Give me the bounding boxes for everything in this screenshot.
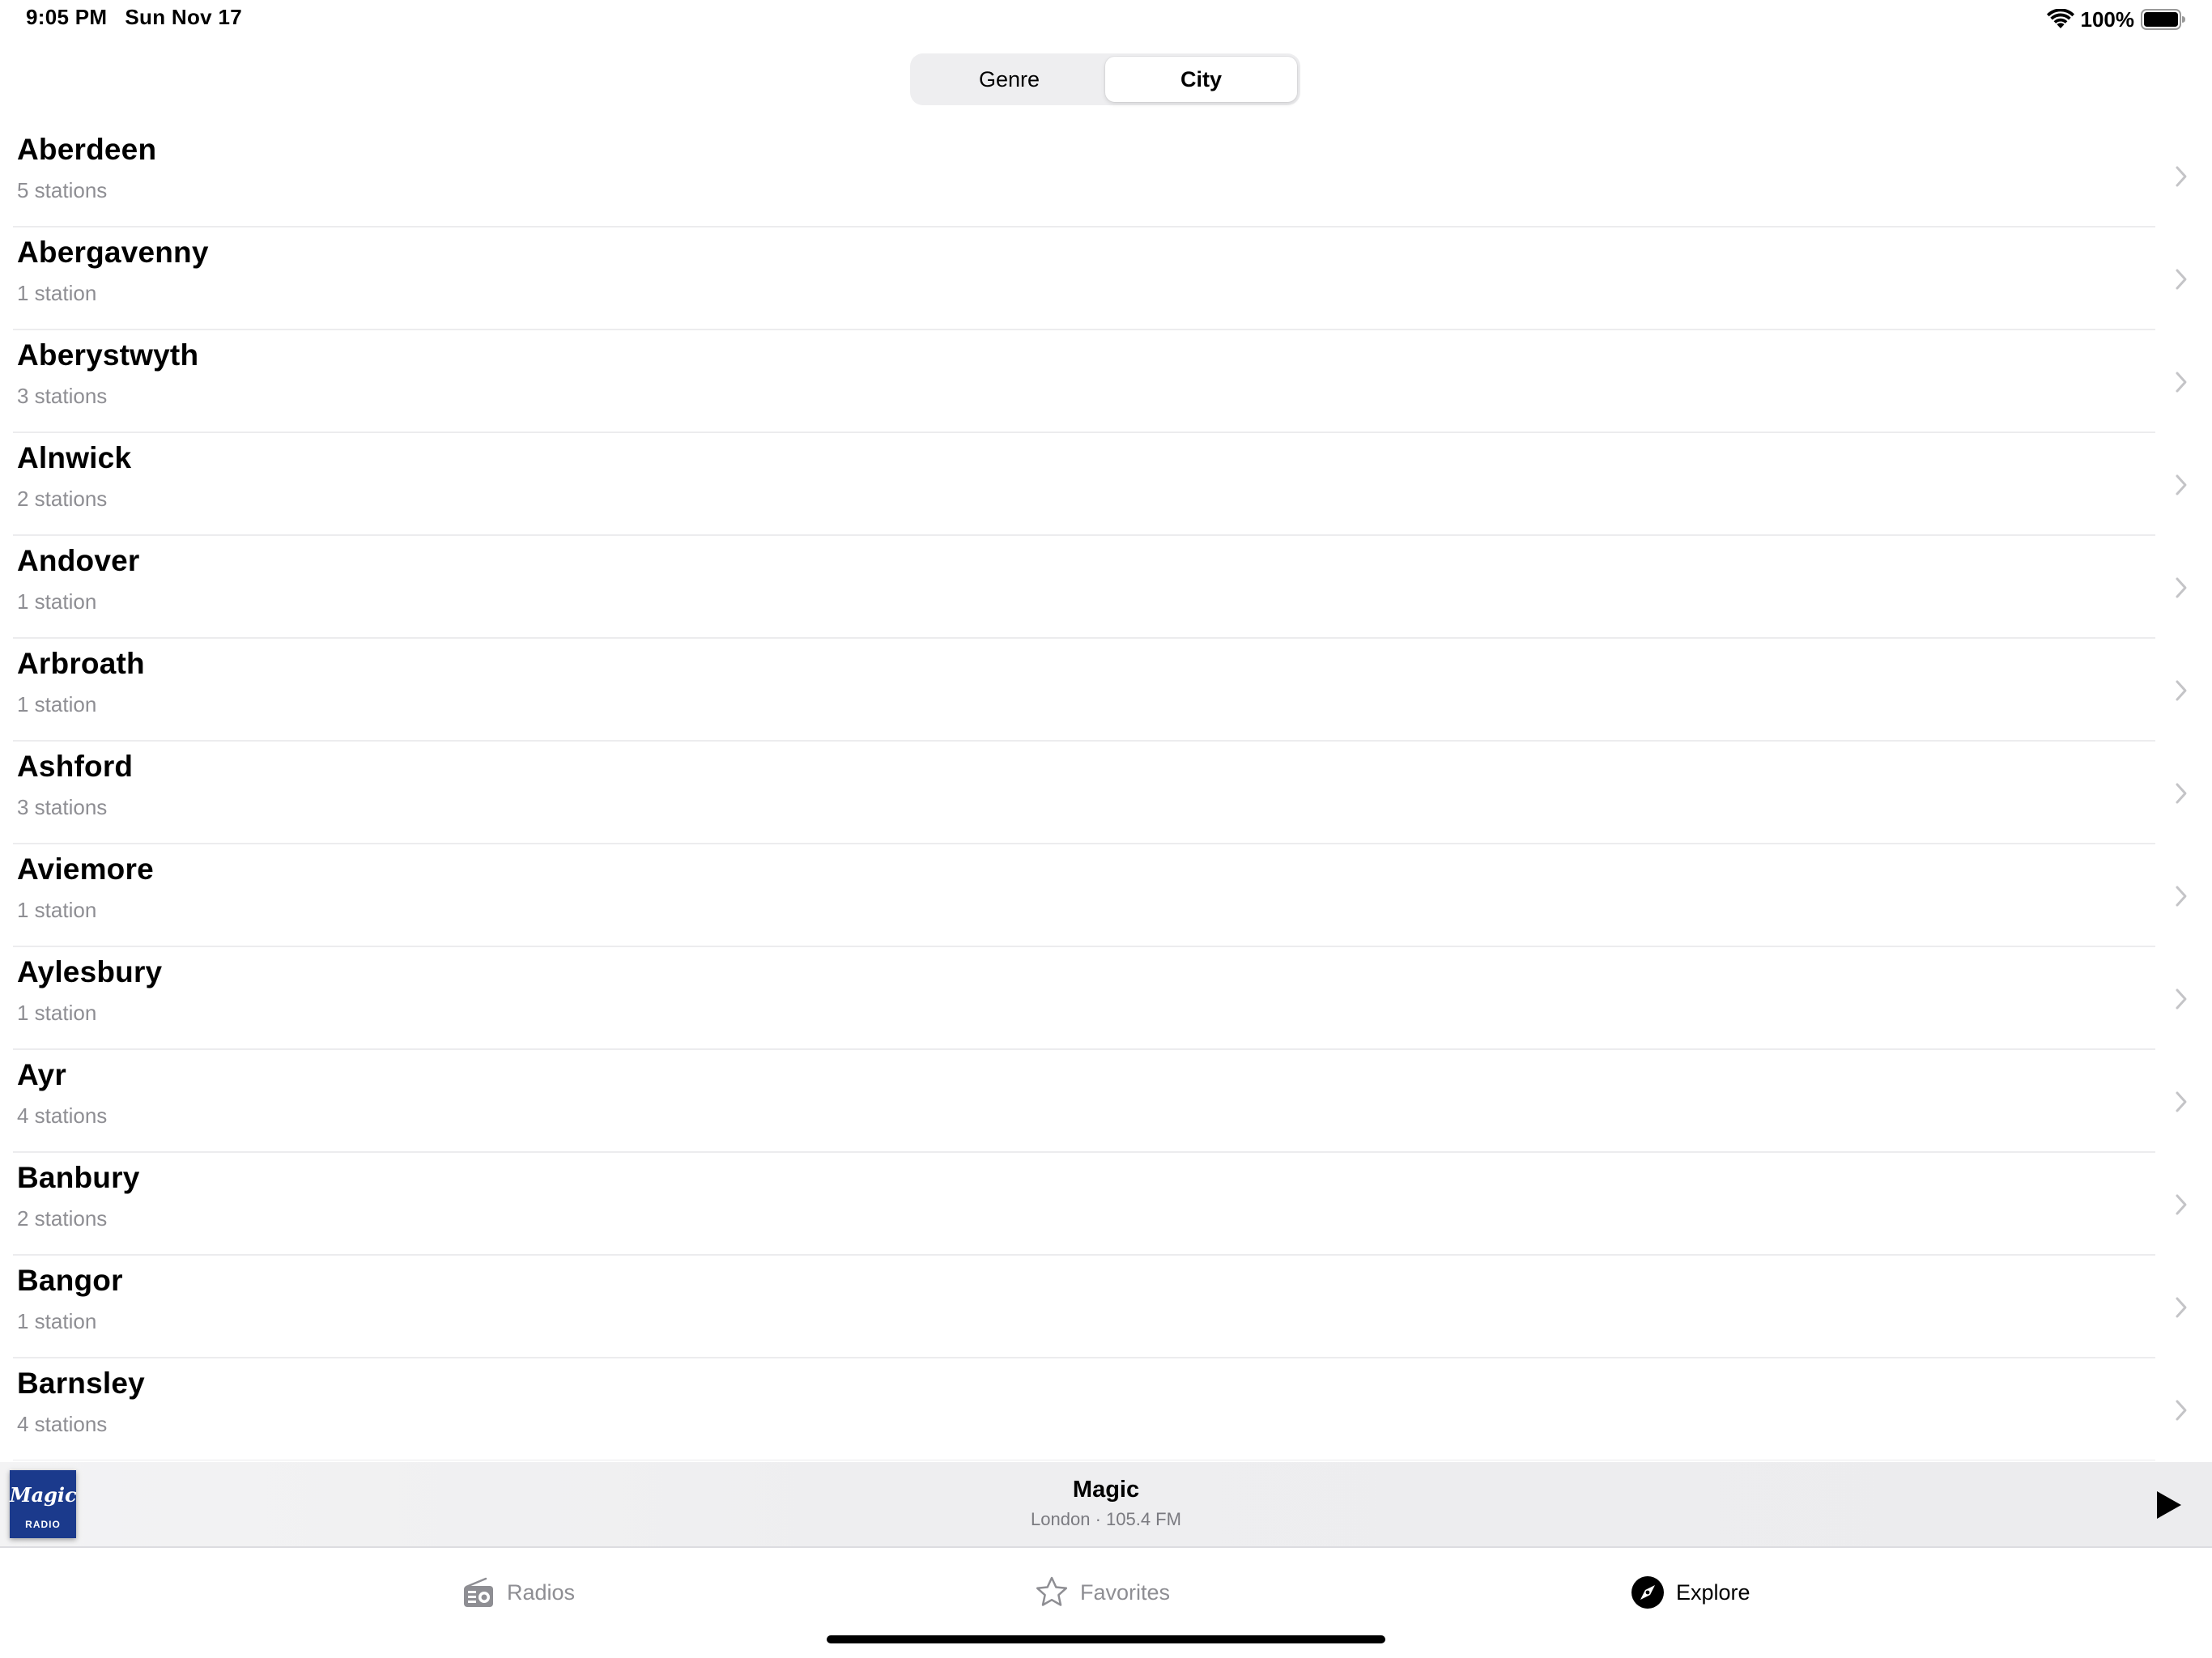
- station-count: 2 stations: [17, 487, 108, 511]
- battery-icon: [2141, 9, 2185, 30]
- station-count: 1 station: [17, 1001, 97, 1025]
- city-name: Aylesbury: [17, 955, 163, 988]
- chevron-right-icon: [2176, 988, 2187, 1010]
- city-name: Arbroath: [17, 647, 145, 680]
- city-row-aberystwyth[interactable]: Aberystwyth 3 stations: [0, 330, 2212, 433]
- chevron-right-icon: [2176, 1297, 2187, 1318]
- city-name: Aberdeen: [17, 133, 157, 166]
- city-row-aviemore[interactable]: Aviemore 1 station: [0, 844, 2212, 947]
- city-row-abergavenny[interactable]: Abergavenny 1 station: [0, 227, 2212, 330]
- status-indicators: 100%: [2046, 5, 2187, 34]
- city-row-alnwick[interactable]: Alnwick 2 stations: [0, 433, 2212, 536]
- tab-radios-label: Radios: [507, 1579, 576, 1605]
- city-row-arbroath[interactable]: Arbroath 1 station: [0, 639, 2212, 742]
- city-row-aberdeen[interactable]: Aberdeen 5 stations: [0, 125, 2212, 227]
- station-count: 5 stations: [17, 178, 108, 202]
- city-name: Andover: [17, 544, 140, 577]
- city-name: Barnsley: [17, 1367, 145, 1400]
- city-row-ayr[interactable]: Ayr 4 stations: [0, 1050, 2212, 1153]
- segment-genre[interactable]: Genre: [913, 57, 1105, 102]
- now-playing-subtitle: London · 105.4 FM: [1031, 1509, 1181, 1529]
- chevron-right-icon: [2176, 269, 2187, 290]
- status-time-date: 9:05 PM Sun Nov 17: [26, 5, 242, 30]
- station-count: 1 station: [17, 898, 97, 922]
- city-name: Ashford: [17, 750, 134, 783]
- mini-player[interactable]: Magic RADIO Magic London · 105.4 FM: [0, 1462, 2212, 1548]
- chevron-right-icon: [2176, 577, 2187, 598]
- chevron-right-icon: [2176, 474, 2187, 495]
- chevron-right-icon: [2176, 1091, 2187, 1112]
- status-bar: 9:05 PM Sun Nov 17 100%: [0, 0, 2212, 39]
- tab-favorites-label: Favorites: [1080, 1579, 1171, 1605]
- city-row-andover[interactable]: Andover 1 station: [0, 536, 2212, 639]
- city-row-banbury[interactable]: Banbury 2 stations: [0, 1153, 2212, 1256]
- tab-explore-label: Explore: [1676, 1579, 1750, 1605]
- star-icon: [1036, 1576, 1068, 1606]
- chevron-right-icon: [2176, 886, 2187, 907]
- tab-radios[interactable]: Radios: [462, 1572, 575, 1613]
- station-count: 2 stations: [17, 1206, 108, 1231]
- city-name: Banbury: [17, 1161, 140, 1194]
- station-count: 3 stations: [17, 384, 108, 408]
- station-count: 3 stations: [17, 795, 108, 819]
- station-count: 4 stations: [17, 1412, 108, 1436]
- status-time: 9:05 PM: [26, 5, 108, 29]
- chevron-right-icon: [2176, 783, 2187, 804]
- station-count: 4 stations: [17, 1103, 108, 1128]
- chevron-right-icon: [2176, 1400, 2187, 1421]
- station-count: 1 station: [17, 281, 97, 305]
- city-row-barnsley[interactable]: Barnsley 4 stations: [0, 1358, 2212, 1460]
- status-date: Sun Nov 17: [125, 5, 242, 29]
- city-name: Aviemore: [17, 852, 154, 886]
- chevron-right-icon: [2176, 372, 2187, 393]
- now-playing-title: Magic: [1072, 1477, 1140, 1503]
- city-name: Alnwick: [17, 441, 132, 474]
- tab-explore[interactable]: Explore: [1631, 1572, 1750, 1613]
- chevron-right-icon: [2176, 1194, 2187, 1215]
- radio-icon: [464, 1577, 493, 1607]
- wifi-icon: [2046, 9, 2074, 28]
- station-count: 1 station: [17, 589, 97, 614]
- city-row-bangor[interactable]: Bangor 1 station: [0, 1256, 2212, 1358]
- city-list: Aberdeen 5 stations Abergavenny 1 statio…: [0, 125, 2212, 1460]
- city-name: Abergavenny: [17, 236, 209, 269]
- city-name: Bangor: [17, 1264, 123, 1297]
- city-name: Ayr: [17, 1058, 66, 1091]
- station-count: 1 station: [17, 1309, 97, 1333]
- compass-icon: [1631, 1576, 1664, 1609]
- city-name: Aberystwyth: [17, 338, 199, 372]
- chevron-right-icon: [2176, 166, 2187, 187]
- home-indicator[interactable]: [827, 1635, 1385, 1643]
- station-count: 1 station: [17, 692, 97, 716]
- chevron-right-icon: [2176, 680, 2187, 701]
- city-row-ashford[interactable]: Ashford 3 stations: [0, 742, 2212, 844]
- play-button[interactable]: [2155, 1490, 2183, 1520]
- tab-favorites[interactable]: Favorites: [1035, 1572, 1170, 1613]
- genre-city-segmented-control: Genre City: [910, 53, 1300, 105]
- segment-city[interactable]: City: [1105, 57, 1297, 102]
- battery-percent: 100%: [2080, 6, 2135, 32]
- city-row-aylesbury[interactable]: Aylesbury 1 station: [0, 947, 2212, 1050]
